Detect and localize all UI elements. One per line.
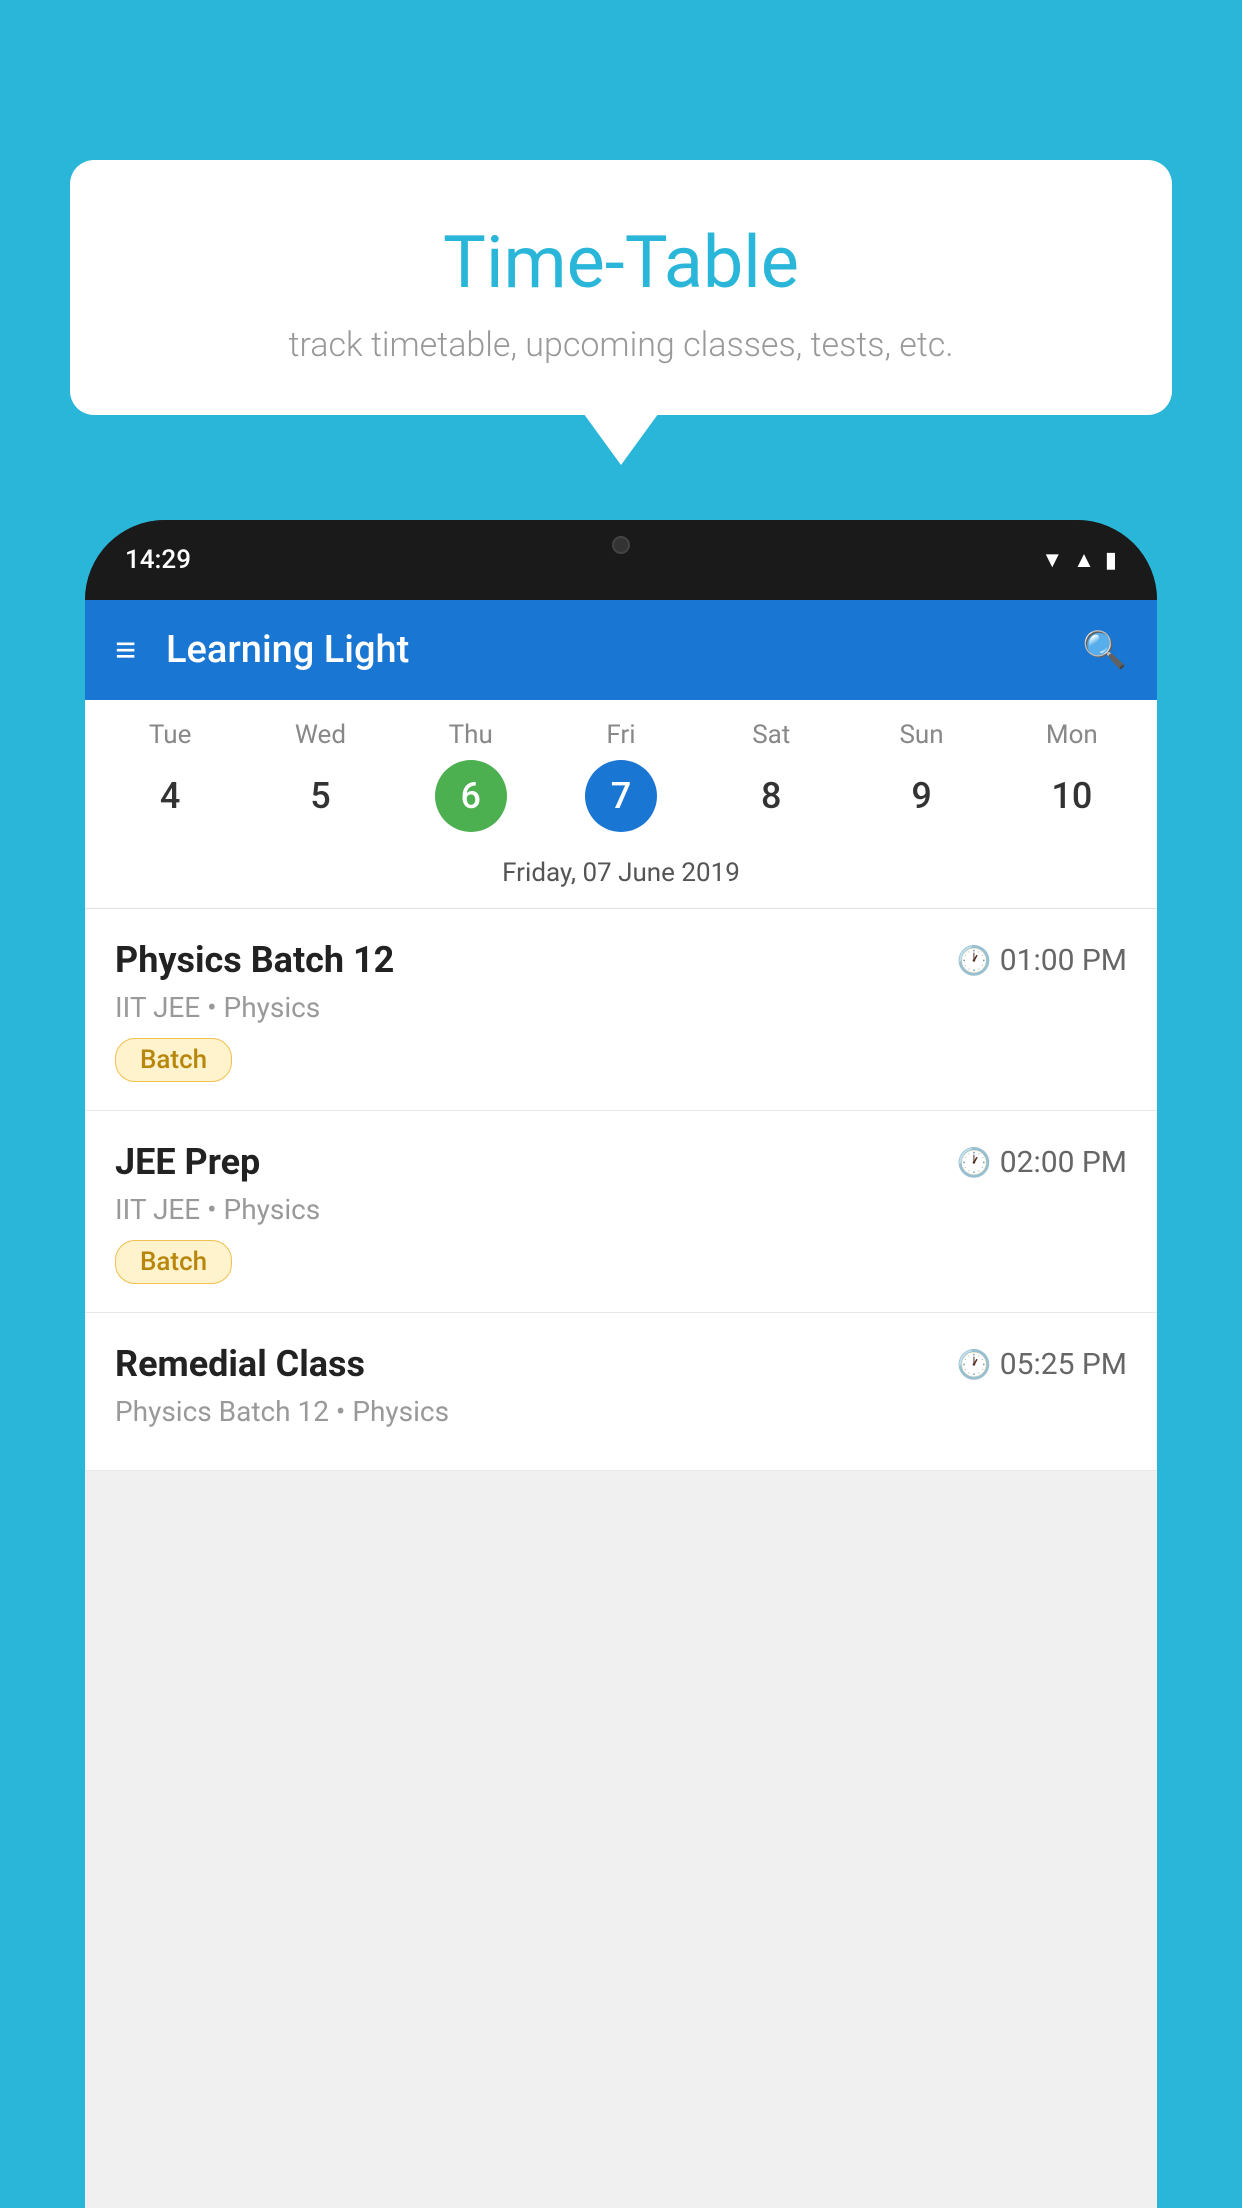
- batch-badge: Batch: [115, 1038, 232, 1082]
- wifi-icon: ▼: [1041, 547, 1063, 573]
- day-col-9[interactable]: Sun 9: [862, 720, 982, 832]
- day-name: Tue: [149, 720, 191, 750]
- time-value: 02:00 PM: [1000, 1145, 1127, 1180]
- day-name: Sun: [899, 720, 943, 750]
- schedule-list: Physics Batch 12🕐01:00 PMIIT JEE • Physi…: [85, 909, 1157, 1471]
- day-col-10[interactable]: Mon 10: [1012, 720, 1132, 832]
- schedule-item-0[interactable]: Physics Batch 12 🕐01:00 PM IIT JEE • Physi…: [85, 909, 1157, 1111]
- batch-badge: Batch: [115, 1240, 232, 1284]
- schedule-item-header: Physics Batch 12 🕐01:00 PM: [115, 939, 1127, 981]
- day-number[interactable]: 4: [134, 760, 206, 832]
- schedule-item-1[interactable]: JEE Prep 🕐02:00 PM IIT JEE • Physics Batch: [85, 1111, 1157, 1313]
- day-number[interactable]: 5: [284, 760, 356, 832]
- day-name: Mon: [1046, 720, 1098, 750]
- day-col-6[interactable]: Thu 6: [411, 720, 531, 832]
- day-col-7[interactable]: Fri 7: [561, 720, 681, 832]
- app-bar-title: Learning Light: [166, 628, 1052, 672]
- battery-icon: ▮: [1105, 548, 1117, 573]
- selected-date-label: Friday, 07 June 2019: [85, 844, 1157, 909]
- search-icon[interactable]: 🔍: [1082, 629, 1127, 671]
- day-number[interactable]: 9: [886, 760, 958, 832]
- phone-frame: 14:29 ▼ ▲ ▮ ≡ Learning Light 🔍 Tue4Wed5T…: [85, 520, 1157, 2208]
- schedule-item-sub: Physics Batch 12 • Physics: [115, 1395, 1127, 1428]
- hamburger-icon[interactable]: ≡: [115, 632, 136, 668]
- camera-dot: [612, 536, 630, 554]
- day-number[interactable]: 8: [735, 760, 807, 832]
- schedule-item-header: JEE Prep 🕐02:00 PM: [115, 1141, 1127, 1183]
- time-value: 05:25 PM: [1000, 1347, 1127, 1382]
- status-time: 14:29: [125, 545, 191, 575]
- signal-icon: ▲: [1073, 547, 1095, 573]
- day-number[interactable]: 6: [435, 760, 507, 832]
- day-col-8[interactable]: Sat 8: [711, 720, 831, 832]
- day-name: Wed: [295, 720, 346, 750]
- clock-icon: 🕐: [957, 1348, 992, 1381]
- schedule-item-sub: IIT JEE • Physics: [115, 991, 1127, 1024]
- bubble-title: Time-Table: [120, 220, 1122, 305]
- day-number[interactable]: 7: [585, 760, 657, 832]
- day-col-5[interactable]: Wed 5: [260, 720, 380, 832]
- day-name: Fri: [606, 720, 635, 750]
- schedule-item-time: 🕐05:25 PM: [957, 1347, 1127, 1382]
- phone-notch: [561, 520, 681, 570]
- speech-bubble: Time-Table track timetable, upcoming cla…: [70, 160, 1172, 415]
- days-row: Tue 4 Wed 5 Thu 6 Fri 7 Sat 8 Sun 9 Mon 10: [85, 720, 1157, 832]
- schedule-item-2[interactable]: Remedial Class 🕐05:25 PM Physics Batch 12 …: [85, 1313, 1157, 1471]
- app-screen: ≡ Learning Light 🔍 Tue4Wed5Thu6Fri7Sat8S…: [85, 600, 1157, 2208]
- day-name: Sat: [752, 720, 790, 750]
- day-col-4[interactable]: Tue 4: [110, 720, 230, 832]
- status-bar: 14:29 ▼ ▲ ▮: [85, 520, 1157, 600]
- calendar-strip: Tue 4 Wed 5 Thu 6 Fri 7 Sat 8 Sun 9 Mon 10 Friday, 07…: [85, 700, 1157, 909]
- bubble-subtitle: track timetable, upcoming classes, tests…: [120, 325, 1122, 365]
- day-number[interactable]: 10: [1036, 760, 1108, 832]
- time-value: 01:00 PM: [1000, 943, 1127, 978]
- schedule-item-header: Remedial Class 🕐05:25 PM: [115, 1343, 1127, 1385]
- clock-icon: 🕐: [957, 944, 992, 977]
- day-name: Thu: [449, 720, 493, 750]
- schedule-item-time: 🕐02:00 PM: [957, 1145, 1127, 1180]
- app-bar: ≡ Learning Light 🔍: [85, 600, 1157, 700]
- schedule-item-name: Remedial Class: [115, 1343, 365, 1385]
- schedule-item-sub: IIT JEE • Physics: [115, 1193, 1127, 1226]
- schedule-item-time: 🕐01:00 PM: [957, 943, 1127, 978]
- schedule-item-name: JEE Prep: [115, 1141, 260, 1183]
- status-icons: ▼ ▲ ▮: [1041, 547, 1117, 573]
- schedule-item-name: Physics Batch 12: [115, 939, 394, 981]
- clock-icon: 🕐: [957, 1146, 992, 1179]
